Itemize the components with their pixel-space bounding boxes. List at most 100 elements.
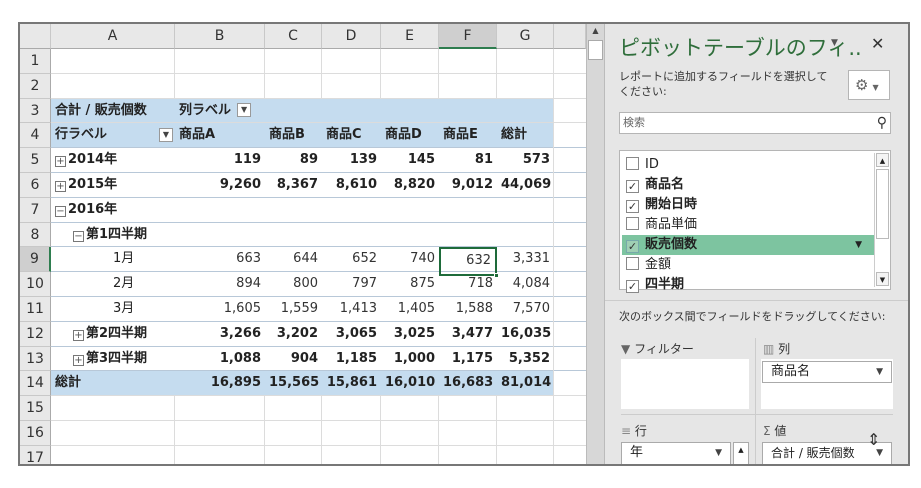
field-list-scroll-thumb[interactable]	[876, 169, 889, 239]
row-header-13[interactable]: 13	[20, 346, 51, 372]
pivot-value-cell[interactable]: 1,559	[265, 297, 322, 322]
grand-total-cell[interactable]: 16,683	[439, 371, 497, 396]
rows-scroll-up-icon[interactable]: ▲	[733, 442, 749, 464]
search-icon[interactable]: ⚲	[877, 113, 887, 133]
field-list-scrollbar[interactable]: ▲ ▼	[874, 153, 889, 287]
pivot-value-cell[interactable]: 663	[175, 247, 265, 272]
column-header-H[interactable]	[554, 24, 586, 49]
pivot-value-cell[interactable]: 1,175	[439, 347, 497, 372]
field-checkbox[interactable]: ✓	[626, 200, 639, 213]
column-header-C[interactable]: C	[265, 24, 322, 49]
column-header-G[interactable]: G	[497, 24, 554, 49]
product-header[interactable]: 商品D	[381, 123, 439, 148]
pivot-value-cell[interactable]: 652	[322, 247, 381, 272]
pivot-value-cell[interactable]: 1,088	[175, 347, 265, 372]
field-checkbox[interactable]: ✓	[626, 180, 639, 193]
row-header-15[interactable]: 15	[20, 396, 51, 421]
column-header-A[interactable]: A	[51, 24, 175, 49]
select-all-corner[interactable]	[20, 24, 51, 49]
pivot-row-label[interactable]: +2015年	[51, 173, 175, 198]
row-header-12[interactable]: 12	[20, 321, 51, 347]
field-item[interactable]: ✓ 開始日時	[622, 195, 874, 215]
pivot-row-label[interactable]: + 第2四半期	[51, 322, 175, 347]
grand-total-label[interactable]: 総計	[51, 371, 175, 396]
columns-drop-area[interactable]: 商品名 ▼	[761, 359, 893, 409]
row-header-9[interactable]: 9	[20, 247, 51, 273]
grand-total-cell[interactable]: 15,565	[265, 371, 322, 396]
pivot-value-cell[interactable]: 3,025	[381, 322, 439, 347]
pivot-value-header[interactable]: 合計 / 販売個数	[51, 99, 175, 124]
product-header[interactable]: 総計	[497, 123, 554, 148]
pivot-value-cell[interactable]: 1,588	[439, 297, 497, 322]
expand-icon[interactable]: +	[73, 354, 84, 366]
pivot-value-cell[interactable]: 3,477	[439, 322, 497, 347]
pivot-value-cell[interactable]: 3,266	[175, 322, 265, 347]
pivot-value-cell[interactable]: 89	[265, 148, 322, 173]
row-header-4[interactable]: 4	[20, 123, 51, 149]
row-header-6[interactable]: 6	[20, 173, 51, 198]
spreadsheet-grid[interactable]: A B C D E F G 1 2 3 4 5 6 7 8 9 10 11 12 13 14 15 16 17 合計 / 販売個…	[20, 24, 586, 464]
pivot-row-label[interactable]: 1月	[51, 247, 175, 272]
scroll-up-icon[interactable]: ▲	[589, 26, 602, 38]
pivot-value-cell[interactable]: 718	[439, 272, 497, 297]
row-header-2[interactable]: 2	[20, 73, 51, 99]
field-checkbox[interactable]	[626, 157, 639, 170]
field-item[interactable]: 商品単価	[622, 215, 874, 235]
collapse-icon[interactable]: −	[55, 205, 66, 217]
pivot-value-cell[interactable]: 904	[265, 347, 322, 372]
row-header-1[interactable]: 1	[20, 49, 51, 74]
column-header-D[interactable]: D	[322, 24, 381, 49]
expand-icon[interactable]: +	[55, 156, 66, 168]
field-item[interactable]: 金額	[622, 255, 874, 275]
field-checkbox[interactable]	[626, 257, 639, 270]
pivot-value-cell[interactable]: 573	[497, 148, 554, 173]
expand-icon[interactable]: +	[73, 329, 84, 341]
grand-total-cell[interactable]: 16,010	[381, 371, 439, 396]
pivot-value-cell[interactable]: 797	[322, 272, 381, 297]
pivot-row-label[interactable]: 2月	[51, 272, 175, 297]
pivot-value-cell[interactable]: 3,202	[265, 322, 322, 347]
product-header[interactable]: 商品C	[322, 123, 381, 148]
column-header-B[interactable]: B	[175, 24, 265, 49]
field-checkbox[interactable]: ✓	[626, 240, 639, 253]
column-header-F[interactable]: F	[439, 24, 497, 49]
pivot-value-cell[interactable]: 8,367	[265, 173, 322, 198]
pivot-value-cell[interactable]: 1,185	[322, 347, 381, 372]
pivot-value-cell[interactable]: 1,413	[322, 297, 381, 322]
vertical-scrollbar[interactable]: ▲	[586, 24, 604, 464]
product-header[interactable]: 商品E	[439, 123, 497, 148]
pivot-value-cell[interactable]: 119	[175, 148, 265, 173]
field-item[interactable]: ID	[622, 155, 874, 175]
pivot-value-cell[interactable]: 7,570	[497, 297, 554, 322]
field-dropdown-icon[interactable]: ▼	[855, 235, 862, 255]
pane-options-chevron-icon[interactable]: ▼	[831, 38, 838, 48]
chevron-down-icon[interactable]: ▼	[876, 362, 883, 382]
row-header-17[interactable]: 17	[20, 445, 51, 464]
row-header-7[interactable]: 7	[20, 197, 51, 223]
grand-total-cell[interactable]: 81,014	[497, 371, 554, 396]
chevron-down-icon[interactable]: ▼	[715, 443, 722, 463]
scroll-down-icon[interactable]: ▼	[876, 272, 889, 286]
grand-total-cell[interactable]: 16,895	[175, 371, 265, 396]
row-labels-header[interactable]: 行ラベル ▼	[51, 123, 175, 148]
column-labels-header[interactable]: 列ラベル ▼	[175, 99, 255, 124]
pivot-value-cell[interactable]: 9,012	[439, 173, 497, 198]
field-item[interactable]: ✓ 四半期	[622, 275, 874, 295]
pivot-value-cell[interactable]: 1,000	[381, 347, 439, 372]
scroll-up-icon[interactable]: ▲	[876, 153, 889, 167]
pivot-row-label[interactable]: + 第3四半期	[51, 347, 175, 372]
row-header-11[interactable]: 11	[20, 297, 51, 322]
pivot-row-label[interactable]: +2014年	[51, 148, 175, 173]
pivot-value-cell[interactable]: 875	[381, 272, 439, 297]
column-filter-dropdown-icon[interactable]: ▼	[237, 103, 252, 118]
scroll-thumb[interactable]	[588, 40, 603, 60]
pivot-value-cell[interactable]: 145	[381, 148, 439, 173]
pivot-value-cell[interactable]: 894	[175, 272, 265, 297]
row-header-3[interactable]: 3	[20, 98, 51, 124]
expand-icon[interactable]: +	[55, 181, 66, 192]
field-search-input[interactable]: 検索 ⚲	[619, 112, 891, 134]
pivot-row-label[interactable]: − 第1四半期	[51, 223, 175, 248]
field-checkbox[interactable]	[626, 217, 639, 230]
pivot-value-cell[interactable]: 800	[265, 272, 322, 297]
pivot-value-cell[interactable]: 9,260	[175, 173, 265, 198]
